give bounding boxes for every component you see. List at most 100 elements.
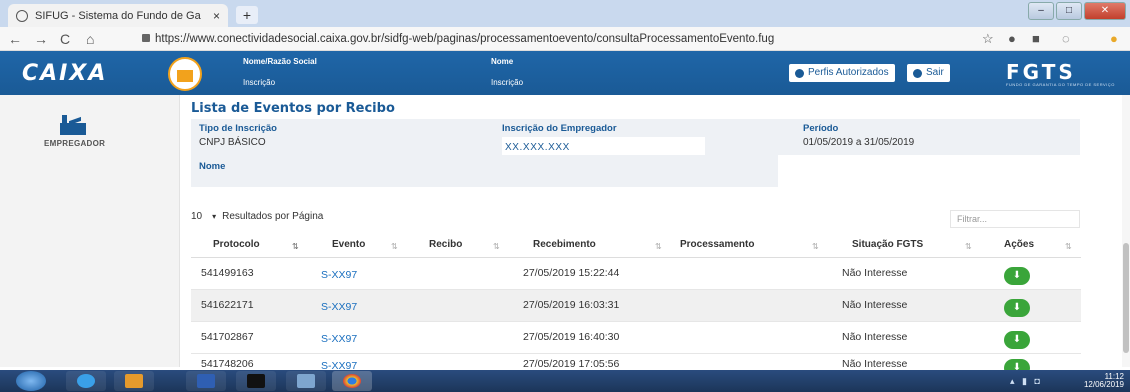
col-protocolo[interactable]: Protocolo xyxy=(213,239,260,250)
table-row: 541622171 S-XX97 27/05/2019 16:03:31 Não… xyxy=(191,290,1081,322)
caixa-logo: CAIXA xyxy=(22,61,108,86)
cell-evento-link[interactable]: S-XX97 xyxy=(321,269,357,281)
table-row: 541748206 S-XX97 27/05/2019 17:05:56 Não… xyxy=(191,354,1081,370)
cell-recebimento: 27/05/2019 16:03:31 xyxy=(523,299,620,311)
company-icon xyxy=(168,57,202,91)
scrollbar-thumb[interactable] xyxy=(1123,243,1129,353)
col-recebimento[interactable]: Recebimento xyxy=(533,239,596,250)
page-size-selector[interactable]: 10 ▾ Resultados por Página xyxy=(191,211,323,222)
user-name-label: Nome xyxy=(491,57,514,66)
extension-icon[interactable]: ■ xyxy=(1032,31,1040,46)
cell-protocolo: 541499163 xyxy=(201,267,254,279)
info-panel-name xyxy=(191,155,778,187)
chevron-down-icon: ▾ xyxy=(212,212,217,221)
maximize-button[interactable]: □ xyxy=(1056,2,1082,20)
close-tab-icon[interactable]: × xyxy=(213,9,220,23)
periodo-label: Período xyxy=(803,123,839,134)
sort-icon[interactable]: ⇅ xyxy=(812,242,819,251)
home-icon[interactable]: ⌂ xyxy=(86,31,94,47)
header-company-field: Nome/Razão Social Inscrição xyxy=(243,57,317,87)
tipo-inscricao-label: Tipo de Inscrição xyxy=(199,123,277,134)
cmd-icon[interactable] xyxy=(236,371,276,391)
start-button[interactable] xyxy=(16,371,46,391)
fgts-logo: FGTS xyxy=(1006,60,1076,84)
outlook-icon[interactable] xyxy=(114,371,154,391)
download-icon[interactable]: ⬇ xyxy=(1004,359,1030,370)
logout-button[interactable]: Sair xyxy=(907,64,950,82)
logout-label: Sair xyxy=(926,67,944,78)
col-acoes[interactable]: Ações xyxy=(1004,239,1034,250)
page-size-label: Resultados por Página xyxy=(222,211,324,222)
filter-input[interactable]: Filtrar... xyxy=(950,210,1080,228)
download-icon[interactable]: ⬇ xyxy=(1004,331,1030,349)
ie-icon[interactable] xyxy=(66,371,106,391)
sort-icon[interactable]: ⇅ xyxy=(493,242,500,251)
minimize-button[interactable]: – xyxy=(1028,2,1054,20)
page-title: Lista de Eventos por Recibo xyxy=(191,101,395,116)
cell-protocolo: 541702867 xyxy=(201,331,254,343)
cell-recebimento: 27/05/2019 15:22:44 xyxy=(523,267,620,279)
sort-icon[interactable]: ⇅ xyxy=(292,242,299,251)
app-header: CAIXA Nome/Razão Social Inscrição Nome I… xyxy=(0,51,1130,95)
taskbar: ▴ ▮ ◘ 11:12 12/06/2019 xyxy=(0,370,1130,392)
window-controls: – □ ✕ xyxy=(1026,2,1126,20)
chrome-icon[interactable] xyxy=(332,371,372,391)
extension-icon[interactable]: ◌ xyxy=(1062,31,1070,46)
word-icon[interactable] xyxy=(186,371,226,391)
forward-icon[interactable]: → xyxy=(34,31,48,47)
cell-evento-link[interactable]: S-XX97 xyxy=(321,333,357,345)
profile-icon[interactable]: ● xyxy=(1110,31,1118,46)
cell-evento-link[interactable]: S-XX97 xyxy=(321,301,357,313)
system-tray-icons[interactable]: ▴ ▮ ◘ xyxy=(1010,376,1040,387)
page-size-value: 10 xyxy=(191,211,203,222)
explorer-icon[interactable] xyxy=(286,371,326,391)
cell-recebimento: 27/05/2019 16:40:30 xyxy=(523,331,620,343)
tab-title: SIFUG - Sistema do Fundo de Ga xyxy=(35,9,201,22)
nome-label: Nome xyxy=(199,161,226,172)
cell-situacao: Não Interesse xyxy=(842,358,908,370)
address-bar: ← → C ⌂ https://www.conectividadesocial.… xyxy=(0,27,1130,51)
factory-icon[interactable] xyxy=(60,115,86,135)
cell-evento-link[interactable]: S-XX97 xyxy=(321,360,357,370)
cell-situacao: Não Interesse xyxy=(842,267,908,279)
extension-icon[interactable]: ● xyxy=(1008,31,1016,46)
bookmark-star-icon[interactable]: ☆ xyxy=(982,31,994,47)
perfis-autorizados-button[interactable]: Perfis Autorizados xyxy=(789,64,895,82)
col-processamento[interactable]: Processamento xyxy=(680,239,754,250)
back-icon[interactable]: ← xyxy=(8,31,22,47)
page-scrollbar[interactable] xyxy=(1122,95,1130,367)
url-text: https://www.conectividadesocial.caixa.go… xyxy=(155,33,775,45)
download-icon[interactable]: ⬇ xyxy=(1004,267,1030,285)
browser-tab[interactable]: SIFUG - Sistema do Fundo de Ga × xyxy=(8,4,228,27)
globe-icon xyxy=(16,9,28,22)
sidebar-item-empregador[interactable]: EMPREGADOR xyxy=(44,139,105,148)
logout-icon xyxy=(913,68,922,78)
tipo-inscricao-value: CNPJ BÁSICO xyxy=(199,137,266,148)
inscricao-empregador-label: Inscrição do Empregador xyxy=(502,123,617,134)
sort-icon[interactable]: ⇅ xyxy=(1065,242,1072,251)
reload-icon[interactable]: C xyxy=(60,31,70,47)
browser-tab-bar: SIFUG - Sistema do Fundo de Ga × + – □ ✕ xyxy=(0,0,1130,27)
sort-icon[interactable]: ⇅ xyxy=(391,242,398,251)
inscricao-empregador-value: XX.XXX.XXX xyxy=(502,137,705,155)
clock[interactable]: 11:12 12/06/2019 xyxy=(1084,373,1124,389)
periodo-value: 01/05/2019 a 31/05/2019 xyxy=(803,137,915,148)
sidebar: EMPREGADOR xyxy=(0,95,180,367)
clock-date: 12/06/2019 xyxy=(1083,380,1124,389)
lock-icon xyxy=(142,34,150,42)
window-close-button[interactable]: ✕ xyxy=(1084,2,1126,20)
user-icon xyxy=(795,68,804,78)
col-recibo[interactable]: Recibo xyxy=(429,239,462,250)
company-name-label: Nome/Razão Social xyxy=(243,57,317,66)
cell-protocolo: 541748206 xyxy=(201,358,254,370)
col-evento[interactable]: Evento xyxy=(332,239,365,250)
download-icon[interactable]: ⬇ xyxy=(1004,299,1030,317)
new-tab-button[interactable]: + xyxy=(236,6,258,24)
sort-icon[interactable]: ⇅ xyxy=(965,242,972,251)
cell-situacao: Não Interesse xyxy=(842,299,908,311)
url-field[interactable]: https://www.conectividadesocial.caixa.go… xyxy=(142,30,962,48)
col-situacao-fgts[interactable]: Situação FGTS xyxy=(852,239,923,250)
sort-icon[interactable]: ⇅ xyxy=(655,242,662,251)
user-inscription-label: Inscrição xyxy=(491,78,524,87)
cell-situacao: Não Interesse xyxy=(842,331,908,343)
